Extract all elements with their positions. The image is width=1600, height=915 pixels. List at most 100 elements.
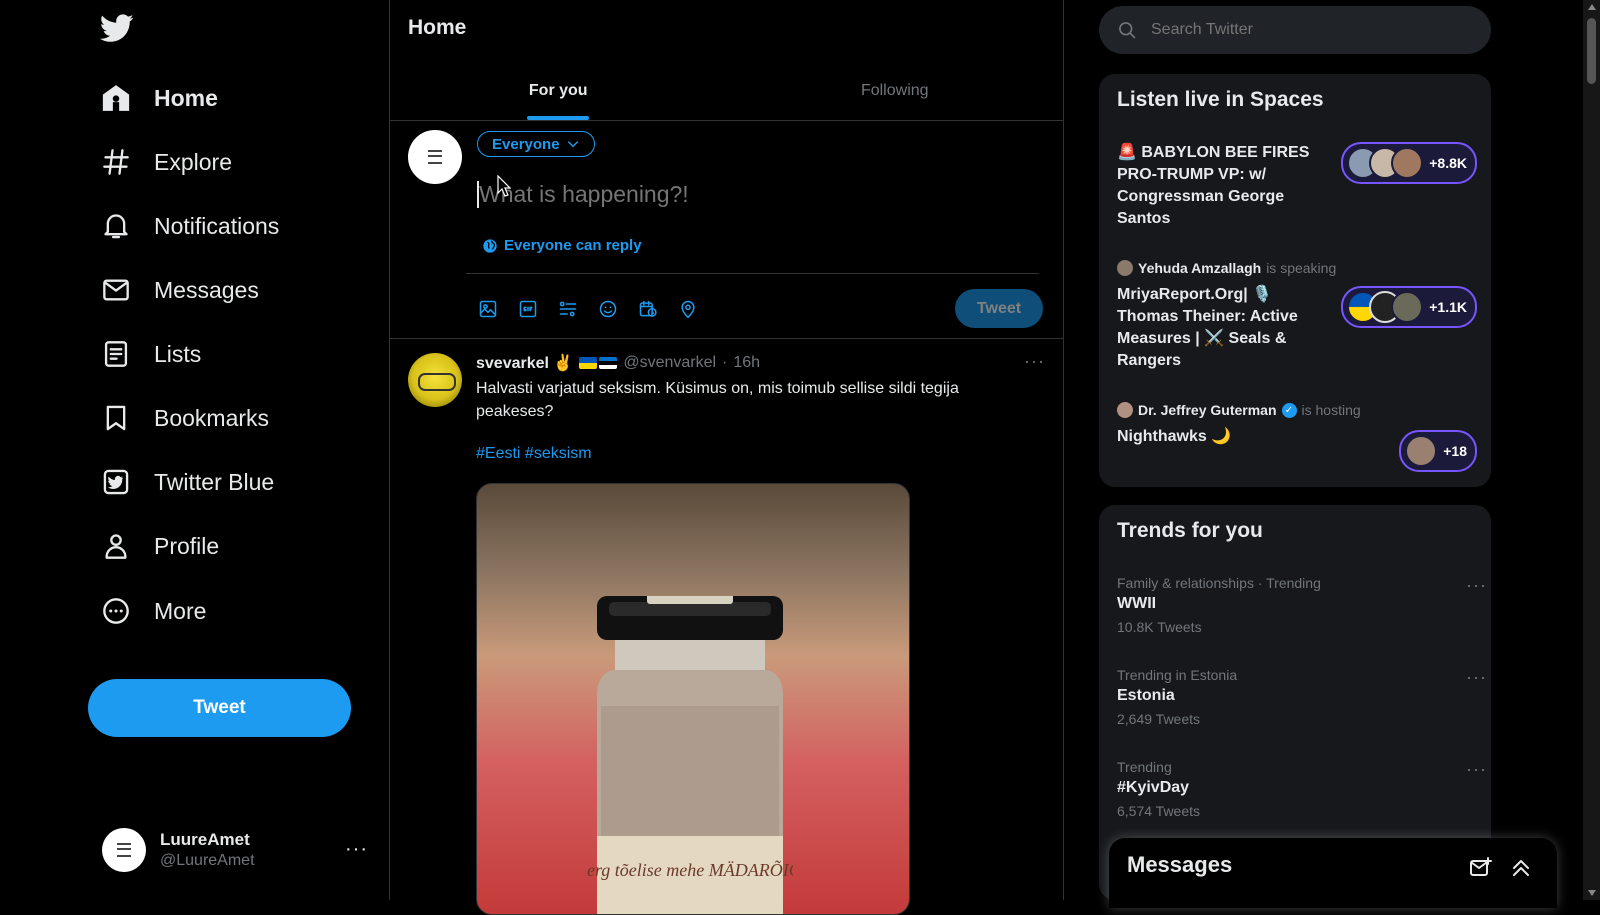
composer-toolbar xyxy=(478,289,718,329)
nav-label: Explore xyxy=(154,148,232,175)
space-listeners-pill[interactable]: +8.8K xyxy=(1341,142,1477,184)
divider xyxy=(466,273,1039,274)
nav-label: Twitter Blue xyxy=(154,468,275,495)
avatar xyxy=(1117,260,1133,276)
space-item[interactable]: Yehuda Amzallagh is speaking MriyaReport… xyxy=(1117,260,1477,372)
tab-for-you[interactable]: For you xyxy=(390,62,727,120)
more-dots-icon[interactable]: ··· xyxy=(345,838,368,861)
space-host-status: is speaking xyxy=(1266,260,1337,276)
messages-drawer[interactable]: Messages xyxy=(1109,838,1557,908)
search-bar[interactable] xyxy=(1099,6,1491,54)
jar-label-text: Viiberg tõelise mehe MÄDARÕIGAS xyxy=(587,860,793,880)
mail-icon xyxy=(98,272,134,308)
tweet-button[interactable]: Tweet xyxy=(88,679,351,737)
space-host-name: Dr. Jeffrey Guterman xyxy=(1138,402,1277,418)
tab-following[interactable]: Following xyxy=(727,62,1064,120)
chevron-up-double-icon[interactable] xyxy=(1509,856,1533,880)
nav-bookmarks[interactable]: Bookmarks xyxy=(98,392,269,444)
avatar[interactable] xyxy=(408,130,462,184)
nav-home[interactable]: Home xyxy=(98,72,218,124)
trend-count: 10.8K Tweets xyxy=(1117,619,1202,635)
space-title: MriyaReport.Org| 🎙️ Thomas Theiner: Acti… xyxy=(1117,286,1298,369)
nav-label: Bookmarks xyxy=(154,404,270,431)
scroll-up-arrow-icon[interactable] xyxy=(1588,4,1596,10)
poll-icon[interactable] xyxy=(558,289,598,329)
bookmark-icon xyxy=(98,400,134,436)
trend-item[interactable]: Trending in Estonia Estonia 2,649 Tweets… xyxy=(1117,667,1486,727)
trend-item[interactable]: Trending #KyivDay 6,574 Tweets ··· xyxy=(1117,759,1486,819)
account-name: LuureAmet xyxy=(160,830,250,849)
messages-drawer-title: Messages xyxy=(1127,852,1233,877)
scrollbar-thumb[interactable] xyxy=(1587,18,1596,84)
listener-count: +8.8K xyxy=(1429,155,1467,171)
trend-category: Family & relationships · Trending xyxy=(1117,575,1321,591)
new-message-icon[interactable] xyxy=(1469,856,1493,880)
tweet-author-handle[interactable]: @svenvarkel xyxy=(623,354,716,372)
space-host: Dr. Jeffrey Guterman ✓ is hosting xyxy=(1117,402,1477,418)
nav-more[interactable]: More xyxy=(98,585,206,637)
compose-tweet-button[interactable]: Tweet xyxy=(955,289,1043,328)
avatar[interactable] xyxy=(408,353,462,407)
more-dots-icon[interactable]: ··· xyxy=(1024,351,1045,372)
trend-count: 6,574 Tweets xyxy=(1117,803,1201,819)
nav-label: Messages xyxy=(154,276,259,303)
tweet-time[interactable]: 16h xyxy=(733,354,760,372)
trend-item[interactable]: Family & relationships · Trending WWII 1… xyxy=(1117,575,1486,635)
trend-name: Estonia xyxy=(1117,687,1175,704)
gif-icon[interactable] xyxy=(518,289,558,329)
scroll-down-arrow-icon[interactable] xyxy=(1588,890,1596,896)
avatar xyxy=(1117,402,1133,418)
globe-icon xyxy=(482,238,498,254)
trend-category: Trending xyxy=(1117,759,1172,775)
tweet-composer: Everyone Everyone can reply Tweet xyxy=(390,121,1063,339)
trend-name: WWII xyxy=(1117,595,1157,612)
nav-twitter-blue[interactable]: Twitter Blue xyxy=(98,456,274,508)
tweet-image[interactable]: Viiberg tõelise mehe MÄDARÕIGAS xyxy=(476,483,910,915)
list-icon xyxy=(98,336,134,372)
space-item[interactable]: Dr. Jeffrey Guterman ✓ is hosting Nighth… xyxy=(1117,402,1477,472)
reply-setting[interactable]: Everyone can reply xyxy=(482,237,642,254)
tweet-card[interactable]: svevarkel ✌ @svenvarkel · 16h ··· Halvas… xyxy=(390,339,1063,915)
schedule-icon[interactable] xyxy=(638,289,678,329)
tweet-author-name[interactable]: svevarkel ✌ xyxy=(476,353,573,373)
emoji-icon[interactable] xyxy=(598,289,638,329)
nav-explore[interactable]: Explore xyxy=(98,136,232,188)
jar-image: Viiberg tõelise mehe MÄDARÕIGAS xyxy=(587,596,793,914)
more-dots-icon[interactable]: ··· xyxy=(1466,575,1487,596)
twitter-logo-icon[interactable] xyxy=(100,14,136,50)
more-circle-icon xyxy=(98,593,134,629)
space-host-name: Yehuda Amzallagh xyxy=(1138,260,1262,276)
hashtag-icon xyxy=(98,144,134,180)
nav-label: Home xyxy=(154,84,218,111)
nav-profile[interactable]: Profile xyxy=(98,520,219,572)
right-sidebar: Listen live in Spaces 🚨 BABYLON BEE FIRE… xyxy=(1063,0,1583,900)
space-listeners-pill[interactable]: +1.1K xyxy=(1341,286,1477,328)
avatar xyxy=(1405,435,1438,467)
mouse-cursor-icon xyxy=(497,175,511,197)
space-host: Yehuda Amzallagh is speaking xyxy=(1117,260,1477,276)
image-icon[interactable] xyxy=(478,289,518,329)
nav-label: Lists xyxy=(154,340,202,367)
compose-input[interactable] xyxy=(477,181,1039,208)
flag-emoji-icon xyxy=(579,357,618,369)
nav-label: Notifications xyxy=(154,212,280,239)
audience-selector[interactable]: Everyone xyxy=(477,131,595,157)
space-listeners-pill[interactable]: +18 xyxy=(1399,430,1477,472)
account-handle: @LuureAmet xyxy=(160,852,255,869)
nav-lists[interactable]: Lists xyxy=(98,328,201,380)
audience-label: Everyone xyxy=(492,135,560,153)
tweet-hashtags[interactable]: #Eesti #seksism xyxy=(476,445,592,463)
space-title: Nighthawks 🌙 xyxy=(1117,428,1232,445)
nav-messages[interactable]: Messages xyxy=(98,264,259,316)
tweet-header: svevarkel ✌ @svenvarkel · 16h xyxy=(476,353,760,373)
listener-count: +18 xyxy=(1443,443,1467,459)
nav-notifications[interactable]: Notifications xyxy=(98,200,279,252)
location-icon[interactable] xyxy=(678,289,718,329)
separator-dot: · xyxy=(722,354,728,371)
search-input[interactable] xyxy=(1149,20,1453,40)
space-item[interactable]: 🚨 BABYLON BEE FIRES PRO-TRUMP VP: w/ Con… xyxy=(1117,142,1477,230)
more-dots-icon[interactable]: ··· xyxy=(1466,667,1487,688)
scrollbar[interactable] xyxy=(1583,0,1600,900)
more-dots-icon[interactable]: ··· xyxy=(1466,759,1487,780)
account-switcher[interactable]: LuureAmet @LuureAmet ··· xyxy=(102,826,372,874)
